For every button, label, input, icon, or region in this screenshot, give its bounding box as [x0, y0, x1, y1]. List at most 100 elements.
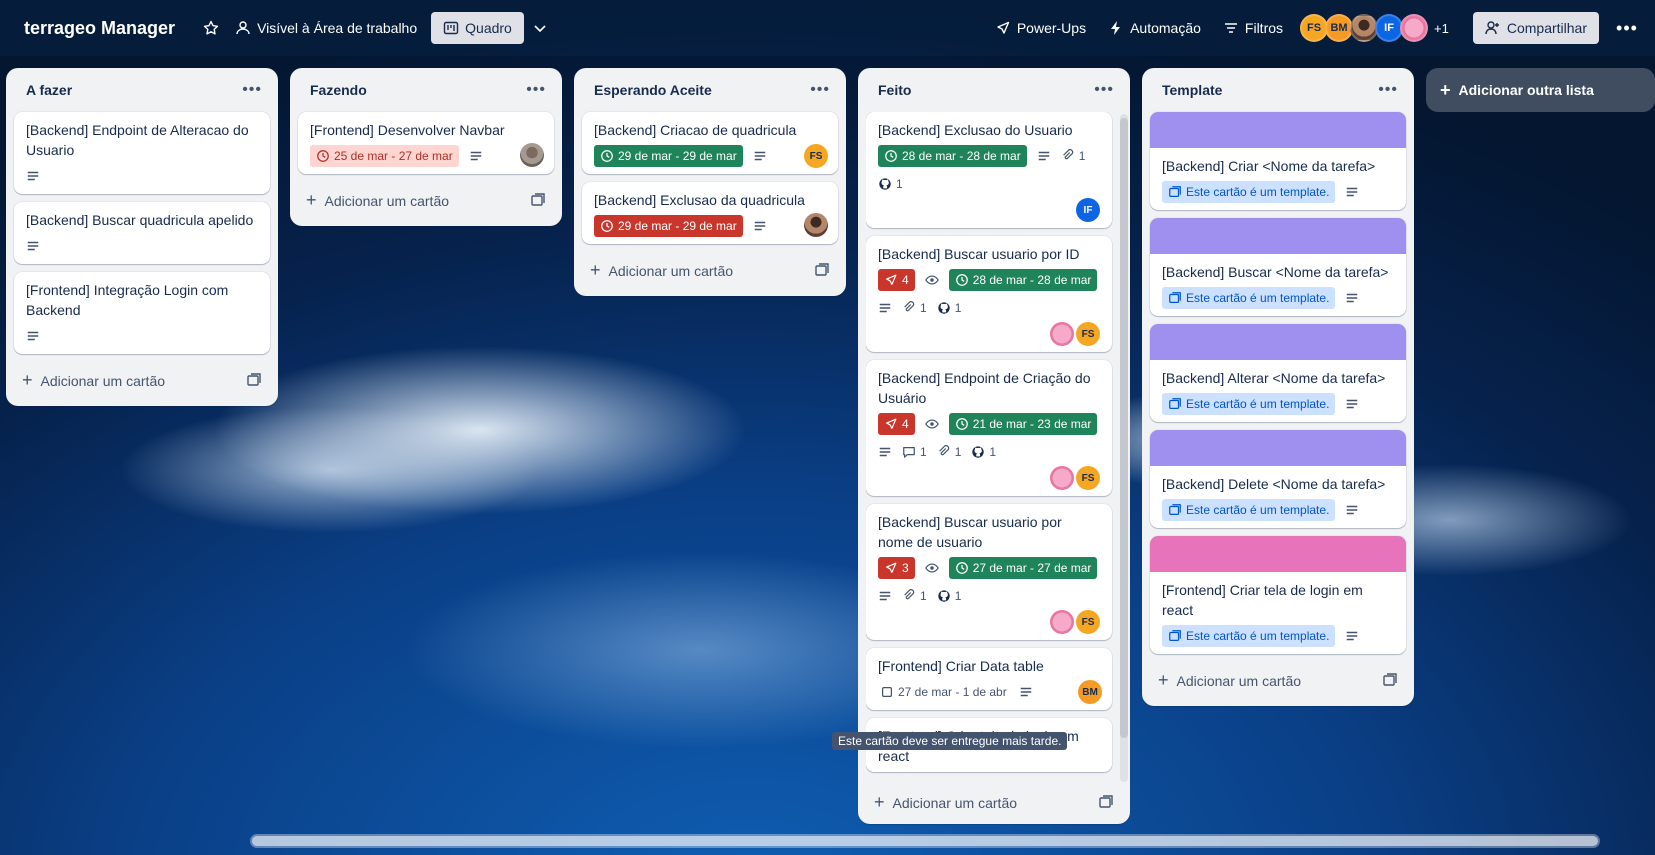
- card-title: [Backend] Buscar usuario por nome de usu…: [878, 514, 1062, 550]
- card-title: [Frontend] Criar Data table: [878, 658, 1044, 674]
- list-title[interactable]: Esperando Aceite: [594, 82, 712, 98]
- avatar[interactable]: IF: [1076, 198, 1100, 222]
- due-date-badge[interactable]: 27 de mar - 27 de mar: [948, 557, 1098, 579]
- chevron-down-icon: [534, 25, 546, 33]
- card[interactable]: [Frontend] Desenvolver Navbar 25 de mar …: [298, 112, 554, 174]
- template-card[interactable]: [Backend] Criar <Nome da tarefa> Este ca…: [1150, 112, 1406, 210]
- due-date-badge[interactable]: 21 de mar - 23 de mar: [948, 413, 1098, 435]
- clock-icon: [955, 562, 968, 574]
- comments-count: 1: [920, 445, 927, 459]
- card[interactable]: [Backend] Buscar usuario por ID 4 28 de …: [866, 236, 1112, 352]
- plus-icon: +: [306, 189, 317, 210]
- powerups-button[interactable]: Power-Ups: [987, 12, 1094, 44]
- card[interactable]: [Backend] Buscar quadricula apelido: [14, 202, 270, 264]
- due-date-badge[interactable]: 25 de mar - 27 de mar: [310, 145, 459, 167]
- list-title[interactable]: Feito: [878, 82, 911, 98]
- avatar[interactable]: FS: [804, 144, 828, 168]
- description-icon: [1037, 144, 1051, 168]
- avatar[interactable]: [1050, 610, 1074, 634]
- due-date-badge[interactable]: 28 de mar - 28 de mar: [948, 269, 1098, 291]
- card-members: IF: [878, 198, 1100, 222]
- card[interactable]: [Backend] Endpoint de Criação do Usuário…: [866, 360, 1112, 496]
- board-title[interactable]: terrageo Manager: [24, 18, 175, 39]
- add-card-button[interactable]: + Adicionar um cartão: [1150, 662, 1406, 698]
- list-title[interactable]: A fazer: [26, 82, 72, 98]
- due-date-badge[interactable]: 29 de mar - 29 de mar: [594, 145, 743, 167]
- card[interactable]: [Frontend] Criar Data table 27 de mar - …: [866, 648, 1112, 710]
- card[interactable]: [Backend] Endpoint de Alteracao do Usuar…: [14, 112, 270, 194]
- scrollbar-thumb[interactable]: [252, 836, 1598, 846]
- add-card-button[interactable]: + Adicionar um cartão: [866, 784, 1122, 820]
- list-menu-button[interactable]: •••: [1378, 81, 1398, 99]
- add-card-button[interactable]: + Adicionar um cartão: [14, 362, 270, 398]
- due-date-badge[interactable]: 29 de mar - 29 de mar: [594, 215, 743, 237]
- due-date-badge[interactable]: 28 de mar - 28 de mar: [878, 145, 1027, 167]
- more-members-count[interactable]: +1: [1434, 21, 1449, 36]
- create-from-template-icon[interactable]: [1098, 794, 1114, 810]
- add-card-button[interactable]: + Adicionar um cartão: [298, 182, 554, 218]
- template-card[interactable]: [Backend] Delete <Nome da tarefa> Este c…: [1150, 430, 1406, 528]
- add-list-button[interactable]: + Adicionar outra lista: [1426, 68, 1655, 112]
- visibility-button[interactable]: Visível à Área de trabalho: [227, 12, 425, 44]
- card[interactable]: [Backend] Buscar usuario por nome de usu…: [866, 504, 1112, 640]
- description-icon: [878, 296, 892, 320]
- avatar[interactable]: [1050, 466, 1074, 490]
- list-menu-button[interactable]: •••: [810, 81, 830, 99]
- template-badge-text: Este cartão é um template.: [1186, 185, 1330, 199]
- avatar[interactable]: FS: [1076, 610, 1100, 634]
- template-card[interactable]: [Backend] Alterar <Nome da tarefa> Este …: [1150, 324, 1406, 422]
- list-menu-button[interactable]: •••: [1094, 81, 1114, 99]
- description-icon: [878, 584, 892, 608]
- create-from-template-icon[interactable]: [530, 192, 546, 208]
- due-date-text: 28 de mar - 28 de mar: [902, 149, 1021, 163]
- template-card[interactable]: [Backend] Buscar <Nome da tarefa> Este c…: [1150, 218, 1406, 316]
- due-date-badge[interactable]: 27 de mar - 1 de abr: [878, 681, 1009, 703]
- list-title[interactable]: Fazendo: [310, 82, 367, 98]
- avatar[interactable]: FS: [1300, 14, 1329, 42]
- automation-button[interactable]: Automação: [1100, 12, 1209, 44]
- card-members: FS: [878, 322, 1100, 346]
- board-members[interactable]: FS BM IF +1: [1300, 14, 1449, 42]
- avatar[interactable]: FS: [1076, 322, 1100, 346]
- avatar[interactable]: [1050, 322, 1074, 346]
- board-menu-button[interactable]: •••: [1611, 12, 1643, 44]
- create-from-template-icon[interactable]: [814, 262, 830, 278]
- list-title[interactable]: Template: [1162, 82, 1222, 98]
- votes-badge: 4: [878, 413, 915, 435]
- add-card-button[interactable]: + Adicionar um cartão: [582, 252, 838, 288]
- card-title: [Frontend] Desenvolver Navbar: [310, 122, 505, 138]
- switch-view-button[interactable]: [524, 12, 556, 44]
- avatar[interactable]: [520, 142, 544, 167]
- description-icon: [26, 164, 40, 188]
- list-menu-button[interactable]: •••: [242, 81, 262, 99]
- card[interactable]: [Backend] Exclusao do Usuario 28 de mar …: [866, 112, 1112, 228]
- card[interactable]: [Backend] Criacao de quadricula 29 de ma…: [582, 112, 838, 174]
- template-badge-text: Este cartão é um template.: [1186, 503, 1330, 517]
- create-from-template-icon[interactable]: [246, 372, 262, 388]
- card-members: FS: [878, 610, 1100, 634]
- attachment-badge: 1: [902, 296, 927, 320]
- list-menu-button[interactable]: •••: [526, 81, 546, 99]
- board-horizontal-scrollbar[interactable]: [250, 834, 1600, 848]
- avatar[interactable]: BM: [1078, 680, 1102, 704]
- card-members: BM: [1078, 680, 1102, 704]
- avatar[interactable]: [1350, 14, 1379, 42]
- due-date-text: 27 de mar - 1 de abr: [898, 685, 1007, 699]
- checkbox-icon: [882, 687, 892, 697]
- list-template: Template ••• [Backend] Criar <Nome da ta…: [1142, 68, 1414, 706]
- avatar[interactable]: [804, 212, 828, 237]
- avatar[interactable]: IF: [1375, 14, 1404, 42]
- avatar[interactable]: [1400, 14, 1429, 42]
- due-date-text: 28 de mar - 28 de mar: [972, 273, 1092, 287]
- filters-button[interactable]: Filtros: [1215, 12, 1291, 44]
- star-button[interactable]: [195, 12, 227, 44]
- template-card[interactable]: [Frontend] Criar tela de login em react …: [1150, 536, 1406, 654]
- card[interactable]: [Backend] Exclusao da quadricula 29 de m…: [582, 182, 838, 244]
- avatar[interactable]: BM: [1325, 14, 1354, 42]
- create-from-template-icon[interactable]: [1382, 672, 1398, 688]
- share-button[interactable]: Compartilhar: [1472, 12, 1599, 44]
- avatar[interactable]: FS: [1076, 466, 1100, 490]
- card[interactable]: [Frontend] Integração Login com Backend: [14, 272, 270, 354]
- plus-icon: +: [874, 791, 885, 812]
- board-view-button[interactable]: Quadro: [431, 12, 524, 44]
